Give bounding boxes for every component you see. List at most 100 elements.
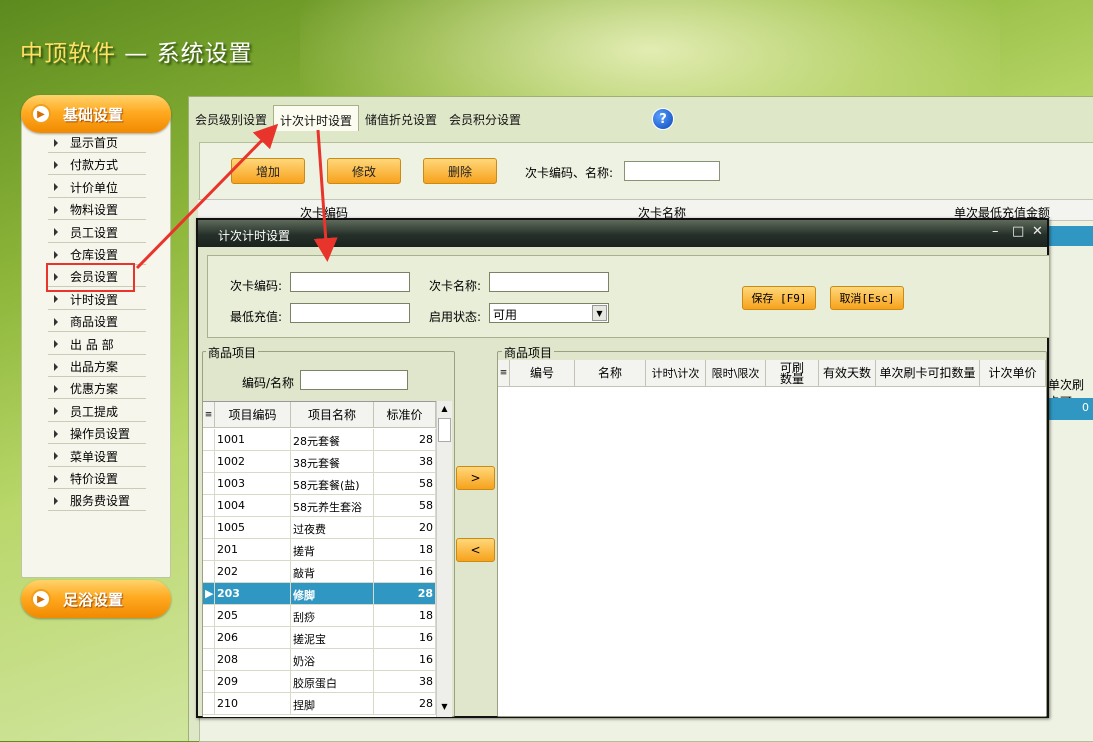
status-select[interactable]: 可用 ▼: [489, 303, 609, 323]
sidebar-item-staff[interactable]: 员工设置: [48, 223, 146, 243]
sidebar-item-unit[interactable]: 计价单位: [48, 178, 146, 198]
add-button[interactable]: 增加: [231, 158, 305, 184]
table-row[interactable]: 1003 58元套餐(盐) 58: [203, 473, 436, 495]
sidebar-item-timing[interactable]: 计时设置: [48, 290, 146, 310]
caret-right-icon: [54, 362, 58, 371]
section-foot-settings[interactable]: ▶ 足浴设置: [21, 580, 171, 618]
row-indicator: [203, 649, 215, 671]
cell-price: 38: [374, 451, 436, 473]
col-deduct-qty: 单次刷卡可扣数量: [876, 360, 980, 387]
sidebar-item-material[interactable]: 物料设置: [48, 200, 146, 221]
cancel-button[interactable]: 取消[Esc]: [830, 286, 904, 310]
sidebar-item-label: 出品方案: [70, 360, 119, 374]
table-row[interactable]: 1005 过夜费 20: [203, 517, 436, 539]
caret-right-icon: [54, 138, 58, 147]
cell-name: 58元套餐(盐): [291, 473, 374, 495]
sidebar-item-operator[interactable]: 操作员设置: [48, 424, 146, 445]
sidebar-item-payment[interactable]: 付款方式: [48, 155, 146, 176]
card-code-label: 次卡编码:: [230, 279, 283, 293]
row-indicator: [203, 495, 215, 517]
row-indicator: [203, 429, 215, 451]
table-row[interactable]: ▶ 203 修脚 28: [203, 583, 436, 605]
move-left-button[interactable]: <: [456, 538, 495, 562]
scroll-up-icon[interactable]: ▲: [437, 401, 452, 417]
selected-grid: ≡ 编号 名称 计时\计次 限时\限次 可刷数量 有效天数 单次刷卡可扣数量 计…: [498, 360, 1046, 716]
sidebar-item-label: 菜单设置: [70, 449, 119, 464]
cell-name: 胶原蛋白: [291, 671, 374, 693]
sidebar-item-menu[interactable]: 菜单设置: [48, 447, 146, 467]
caret-right-icon: [54, 160, 58, 169]
sidebar-item-home[interactable]: 显示首页: [48, 133, 146, 153]
chevron-down-icon[interactable]: ▼: [592, 305, 607, 321]
card-search-input[interactable]: [624, 161, 720, 181]
table-row[interactable]: 201 搓背 18: [203, 539, 436, 561]
scroll-thumb[interactable]: [438, 418, 451, 442]
tab-stored-value[interactable]: 储值折兑设置: [359, 105, 443, 131]
close-icon[interactable]: ✕: [1032, 224, 1043, 239]
row-indicator: [203, 627, 215, 649]
cell-price: 28: [374, 429, 436, 451]
row-indicator-header: ≡: [498, 360, 510, 387]
card-name-input[interactable]: [489, 272, 609, 292]
table-row[interactable]: 1001 28元套餐 28: [203, 429, 436, 451]
selected-grid-header: ≡ 编号 名称 计时\计次 限时\限次 可刷数量 有效天数 单次刷卡可扣数量 计…: [498, 360, 1046, 387]
cell-price: 16: [374, 627, 436, 649]
card-code-input[interactable]: [290, 272, 410, 292]
sidebar-item-label: 特价设置: [70, 472, 119, 486]
tab-count-time[interactable]: 计次计时设置: [273, 105, 360, 131]
cell-price: 18: [374, 605, 436, 627]
table-row[interactable]: 210 捏脚 28: [203, 693, 436, 715]
sidebar-item-label: 显示首页: [70, 136, 119, 150]
sidebar-item-discount[interactable]: 优惠方案: [48, 379, 146, 400]
table-row[interactable]: 206 搓泥宝 16: [203, 627, 436, 649]
cell-name: 敲背: [291, 561, 374, 583]
move-right-button[interactable]: >: [456, 466, 495, 490]
status-label: 启用状态:: [429, 310, 482, 324]
sidebar-item-label: 服务费设置: [70, 494, 131, 509]
table-row[interactable]: 208 奶浴 16: [203, 649, 436, 671]
table-row[interactable]: 202 敲背 16: [203, 561, 436, 583]
sidebar-item-plan[interactable]: 出品方案: [48, 357, 146, 377]
extra-value: 0: [1048, 398, 1093, 420]
maximize-icon[interactable]: □: [1012, 224, 1024, 239]
cell-name: 奶浴: [291, 649, 374, 671]
sidebar-item-service-fee[interactable]: 服务费设置: [48, 491, 146, 512]
sidebar-item-warehouse[interactable]: 仓库设置: [48, 245, 146, 265]
tab-member-points[interactable]: 会员积分设置: [443, 105, 527, 131]
count-time-dialog: 计次计时设置 – □ ✕ 次卡编码: 次卡名称: 最低充值: 启用状态: 可用 …: [196, 218, 1050, 718]
save-button[interactable]: 保存 [F9]: [742, 286, 816, 310]
caret-right-icon: [54, 496, 58, 505]
tab-member-level[interactable]: 会员级别设置: [189, 105, 273, 131]
cell-code: 201: [215, 539, 291, 561]
min-recharge-input[interactable]: [290, 303, 410, 323]
cell-price: 28: [374, 693, 436, 715]
caret-right-icon: [54, 250, 58, 259]
product-search-input[interactable]: [300, 370, 408, 390]
table-row[interactable]: 1004 58元养生套浴 58: [203, 495, 436, 517]
app-section-title: 系统设置: [156, 41, 253, 67]
section-basic-settings[interactable]: ▶ 基础设置: [21, 95, 171, 133]
caret-right-icon: [54, 452, 58, 461]
scroll-down-icon[interactable]: ▼: [437, 699, 452, 715]
product-scrollbar[interactable]: ▲ ▼: [436, 401, 452, 717]
cell-name: 刮痧: [291, 605, 374, 627]
row-indicator: [203, 451, 215, 473]
table-row[interactable]: 205 刮痧 18: [203, 605, 436, 627]
help-icon[interactable]: ?: [652, 108, 674, 130]
sidebar-item-commission[interactable]: 员工提成: [48, 402, 146, 422]
delete-button[interactable]: 删除: [423, 158, 497, 184]
minimize-icon[interactable]: –: [992, 224, 999, 239]
sidebar-item-product[interactable]: 商品设置: [48, 312, 146, 333]
caret-right-icon: [54, 183, 58, 192]
sidebar-item-special[interactable]: 特价设置: [48, 469, 146, 489]
caret-right-icon: [54, 228, 58, 237]
table-row[interactable]: 1002 38元套餐 38: [203, 451, 436, 473]
cell-code: 210: [215, 693, 291, 715]
left-group-title: 商品项目: [206, 344, 259, 361]
table-row[interactable]: 209 胶原蛋白 38: [203, 671, 436, 693]
edit-button[interactable]: 修改: [327, 158, 401, 184]
cell-code: 205: [215, 605, 291, 627]
sidebar-item-dept[interactable]: 出 品 部: [48, 335, 146, 355]
highlight-box-member-settings: [46, 263, 135, 292]
cell-name: 捏脚: [291, 693, 374, 715]
